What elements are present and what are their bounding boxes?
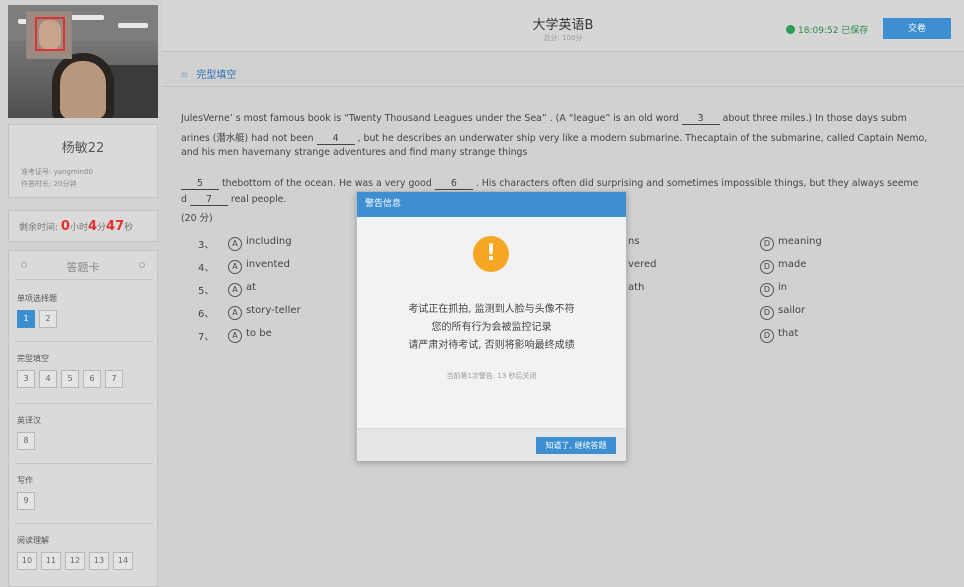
warning-message: 您的所有行为会被监控记录 [431,322,552,333]
blank-7: 7 [189,194,228,206]
dot-icon [21,262,27,268]
option-a[interactable]: Astory-teller [228,305,301,320]
question-nav-2[interactable]: 2 [39,310,57,328]
answer-sheet-title: 答题卡 [9,259,157,275]
answer-sheet: 答题卡 单项选择题 1 2 完型填空 3 4 5 6 7 英译汉 8 写作 9 … [8,250,158,587]
option-d[interactable]: Dmade [760,259,806,274]
warning-message: 考试正在抓拍, 监测到人脸与头像不符 [408,304,575,315]
question-nav-1[interactable]: 1 [17,310,35,328]
question-nav-6[interactable]: 6 [83,370,101,388]
candidate-name: 杨敏22 [61,141,105,156]
question-nav-4[interactable]: 4 [39,370,57,388]
submit-exam-button[interactable]: 交卷 [883,18,951,39]
option-a[interactable]: Aat [228,282,256,297]
question-nav-14[interactable]: 14 [113,552,133,570]
option-d[interactable]: Din [760,282,787,297]
face-detection-box [35,17,65,51]
section-heading: ≡ 完型填空 [180,70,237,81]
blank-3: 3 [681,113,720,125]
remaining-time: 剩余时间: 0小时4分47秒 [8,210,158,242]
option-a[interactable]: Ainvented [228,259,290,274]
section-reading: 阅读理解 10 11 12 13 14 [17,535,133,570]
question-nav-12[interactable]: 12 [65,552,85,570]
question-nav-7[interactable]: 7 [105,370,123,388]
passage-line: JulesVerne’ s most famous book is “Twent… [181,113,907,125]
question-nav-10[interactable]: 10 [17,552,37,570]
option-d[interactable]: Dthat [760,328,798,343]
option-a[interactable]: Aincluding [228,236,292,251]
passage-line: 5 thebottom of the ocean. He was a very … [181,178,961,190]
blank-6: 6 [434,178,473,190]
section-translation: 英译汉 8 [17,415,41,450]
warning-countdown: 当前第1次警告, 13 秒后关闭 [446,372,537,380]
dot-icon [139,262,145,268]
exclamation-icon: ! [473,236,509,272]
photo-thumbnail [26,11,72,59]
left-panel: 杨敏22 准考证号: yangmin00 作答时长: 20分钟 剩余时间: 0小… [0,0,162,587]
candidate-card: 杨敏22 准考证号: yangmin00 作答时长: 20分钟 [8,124,158,198]
check-circle-icon [786,25,795,34]
option-d[interactable]: Dsailor [760,305,805,320]
question-nav-5[interactable]: 5 [61,370,79,388]
header: 大学英语B 总分: 100分 18:09:52 已保存 交卷 [162,0,964,52]
dialog-footer: 知道了, 继续答题 [357,428,626,461]
section-single-choice: 单项选择题 1 2 [17,293,57,328]
exam-id: 准考证号: yangmin00 [21,168,94,176]
option-c[interactable]: ath [628,282,644,293]
blank-4: 4 [316,133,355,145]
blank-5: 5 [181,178,219,190]
save-status: 18:09:52 已保存 [786,23,868,36]
question-nav-3[interactable]: 3 [17,370,35,388]
option-d[interactable]: Dmeaning [760,236,822,251]
option-c[interactable]: vered [628,259,656,270]
option-a[interactable]: Ato be [228,328,272,343]
warning-message: 请严肃对待考试, 否则将影响最终成绩 [408,340,575,351]
dialog-title: 警告信息 [357,192,626,217]
question-nav-8[interactable]: 8 [17,432,35,450]
warning-dialog: 警告信息 ! 考试正在抓拍, 监测到人脸与头像不符 您的所有行为会被监控记录 请… [356,191,627,461]
continue-button[interactable]: 知道了, 继续答题 [536,437,616,454]
question-nav-9[interactable]: 9 [17,492,35,510]
question-nav-13[interactable]: 13 [89,552,109,570]
list-icon: ≡ [180,70,189,81]
section-writing: 写作 9 [17,475,35,510]
webcam-feed [8,5,158,118]
passage-line: arines (潜水艇) had not been 4 , but he des… [181,133,928,145]
option-c[interactable]: ns [628,236,640,247]
question-nav-11[interactable]: 11 [41,552,61,570]
passage-line: and his men havemany strange adventures … [181,147,528,158]
exam-duration: 作答时长: 20分钟 [21,180,77,188]
section-cloze: 完型填空 3 4 5 6 7 [17,353,123,388]
